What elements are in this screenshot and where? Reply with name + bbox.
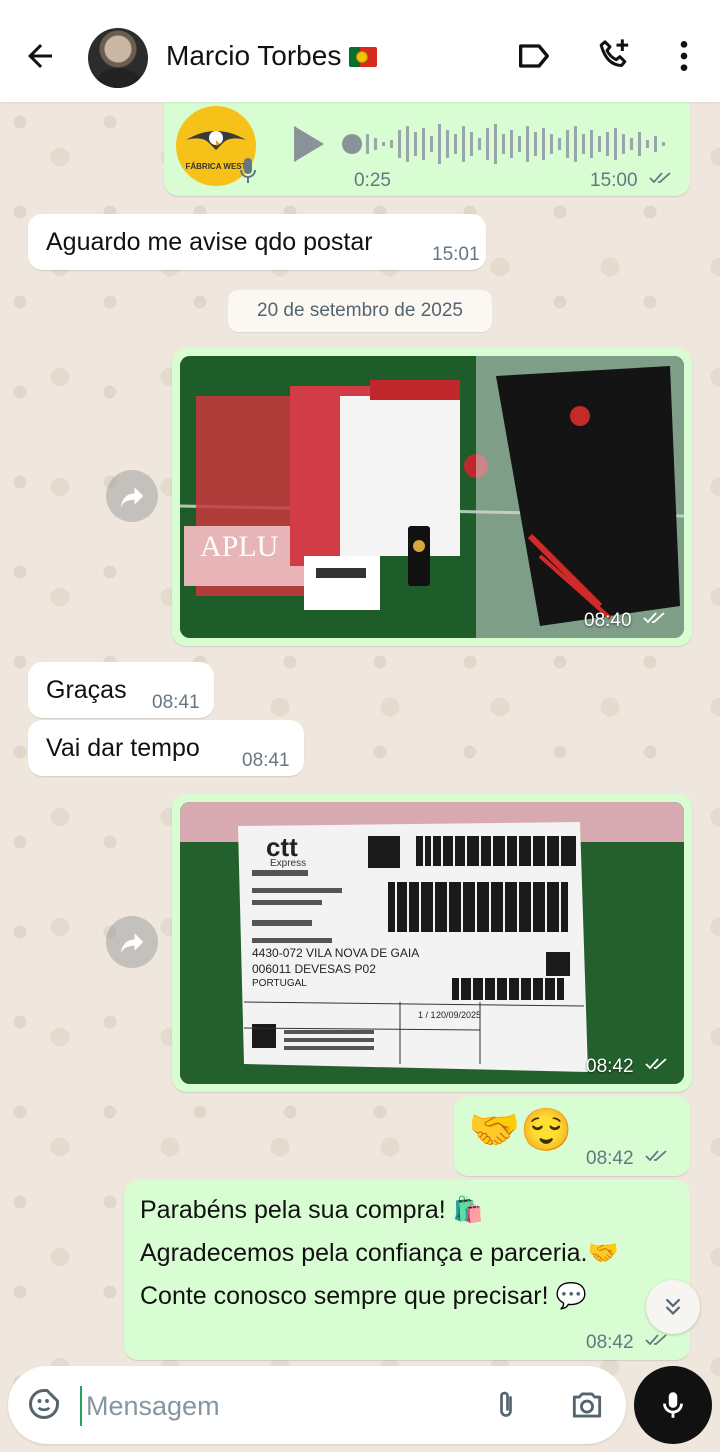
chat-header: Marcio Torbes — [0, 0, 720, 102]
message-bubble-incoming[interactable]: Vai dar tempo 08:41 — [28, 720, 304, 776]
contact-avatar[interactable] — [88, 28, 148, 88]
portugal-flag-icon — [349, 47, 378, 67]
forward-button[interactable] — [106, 470, 158, 522]
double-check-icon — [645, 1058, 667, 1070]
forward-button[interactable] — [106, 916, 158, 968]
message-bubble-incoming[interactable]: Aguardo me avise qdo postar 15:01 — [28, 214, 486, 270]
playback-scrubber[interactable] — [342, 134, 362, 154]
date-separator: 20 de setembro de 2025 — [228, 290, 492, 332]
voice-duration: 0:25 — [354, 170, 391, 191]
voice-message-bubble[interactable]: FÁBRICA WEST 0:25 15:00 — [164, 102, 690, 196]
image-message-bubble[interactable]: ctt Express 4430-072 VILA NOVA DE GAIA 0… — [172, 794, 692, 1092]
image-message-bubble[interactable]: APLU 08:40 — [172, 348, 692, 646]
message-text: Aguardo me avise qdo postar — [46, 228, 373, 256]
photo-jerseys[interactable]: APLU — [180, 356, 684, 638]
double-check-icon — [645, 1150, 667, 1162]
message-bubble-outgoing[interactable]: Parabéns pela sua compra! 🛍️ Agradecemos… — [124, 1180, 690, 1360]
back-arrow-icon[interactable] — [22, 38, 58, 74]
mic-small-icon — [240, 158, 256, 183]
double-check-icon — [649, 172, 671, 184]
sticker-emoji-icon[interactable] — [26, 1386, 62, 1422]
double-check-icon — [645, 1334, 667, 1346]
svg-text:APLU: APLU — [200, 530, 279, 563]
label-district: 006011 DEVESAS P02 — [252, 962, 376, 976]
message-time: 08:41 — [242, 750, 290, 771]
message-time: 08:40 — [584, 610, 669, 632]
message-bubble-incoming[interactable]: Graças 08:41 — [28, 662, 214, 718]
add-call-icon[interactable] — [594, 36, 634, 76]
scroll-to-bottom-button[interactable] — [646, 1280, 700, 1334]
message-bubble-outgoing[interactable]: 🤝😌 08:42 — [454, 1096, 690, 1176]
message-composer — [8, 1366, 626, 1444]
message-text-line: Agradecemos pela confiança e parceria.🤝 — [140, 1239, 619, 1267]
photo-content: APLU — [180, 356, 684, 638]
forward-icon — [120, 487, 144, 508]
label-country: PORTUGAL — [252, 978, 307, 989]
photo-shipping-label[interactable]: ctt Express 4430-072 VILA NOVA DE GAIA 0… — [180, 802, 684, 1084]
mic-icon — [663, 1392, 683, 1418]
message-time: 08:41 — [152, 692, 200, 713]
message-time: 08:42 — [586, 1148, 671, 1170]
forward-icon — [120, 933, 144, 954]
label-city: 4430-072 VILA NOVA DE GAIA — [252, 946, 420, 960]
more-vert-icon[interactable] — [664, 36, 704, 76]
double-chevron-down-icon — [665, 1298, 681, 1316]
message-time: 15:00 — [590, 170, 675, 192]
label-count: 1 / 1 — [418, 1010, 436, 1020]
play-icon[interactable] — [290, 124, 326, 164]
label-icon[interactable] — [514, 36, 554, 76]
waveform[interactable] — [366, 120, 666, 168]
message-time: 08:42 — [586, 1056, 671, 1078]
message-input[interactable] — [80, 1386, 468, 1426]
double-check-icon — [643, 612, 665, 624]
message-emoji: 🤝😌 — [468, 1106, 573, 1153]
contact-name[interactable]: Marcio Torbes — [166, 40, 378, 72]
message-text-line: Conte conosco sempre que precisar! 💬 — [140, 1282, 587, 1310]
label-brand-sub: Express — [270, 858, 307, 869]
message-text: Vai dar tempo — [46, 734, 200, 762]
label-background — [180, 802, 684, 1084]
message-time: 15:01 — [432, 244, 480, 265]
label-date: 20/09/2025 — [436, 1010, 482, 1020]
message-text: Graças — [46, 676, 127, 704]
camera-icon[interactable] — [568, 1386, 606, 1424]
voice-record-button[interactable] — [634, 1366, 712, 1444]
message-text-line: Parabéns pela sua compra! 🛍️ — [140, 1196, 484, 1224]
attach-icon[interactable] — [488, 1386, 524, 1424]
message-time: 08:42 — [586, 1332, 671, 1354]
